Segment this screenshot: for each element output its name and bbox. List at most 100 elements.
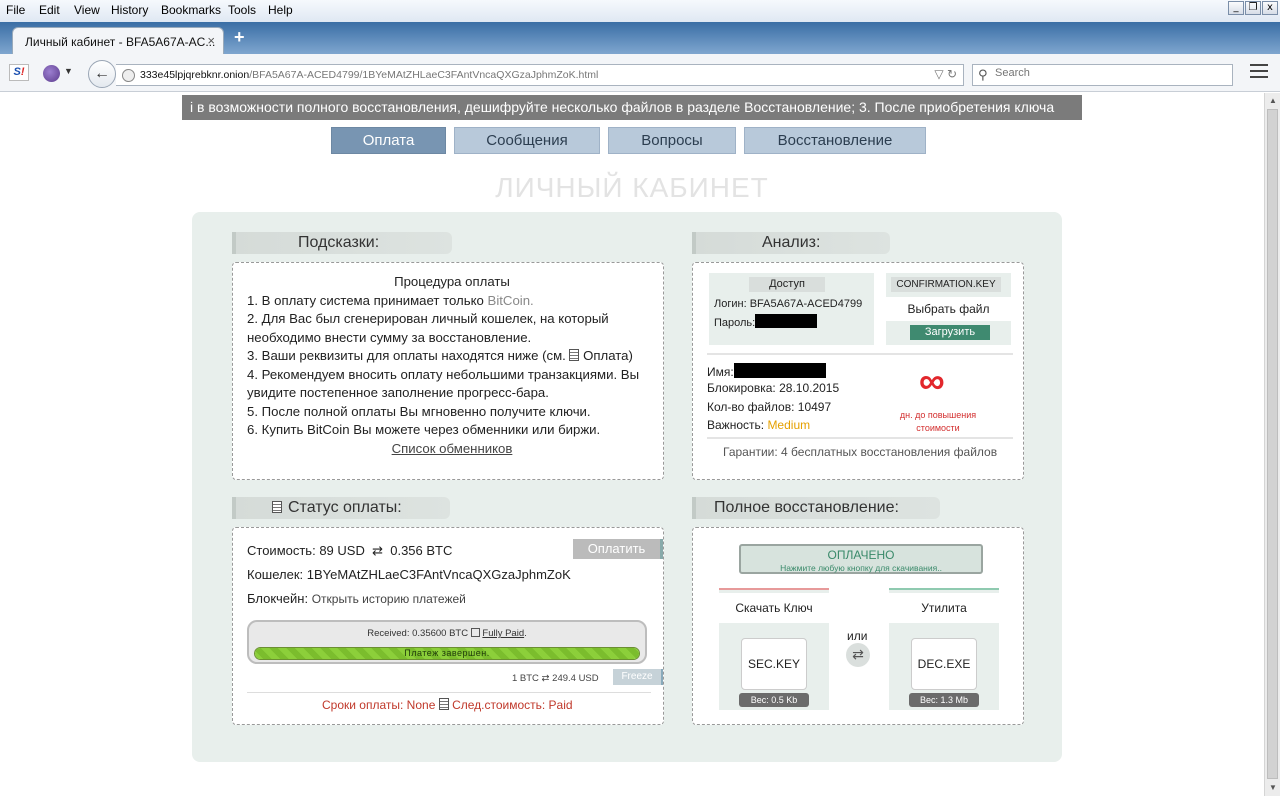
- analysis-heading: Анализ:: [692, 232, 890, 254]
- security-addon-icon[interactable]: S!: [9, 64, 29, 81]
- tab-recovery[interactable]: Восстановление: [744, 127, 926, 154]
- key-size: Вес: 0.5 Kb: [739, 693, 809, 707]
- name-redacted: [733, 363, 826, 378]
- tab-payment[interactable]: Оплата: [331, 127, 446, 154]
- search-input[interactable]: [995, 67, 1225, 79]
- minimize-button[interactable]: _: [1228, 1, 1244, 15]
- menu-bar: File Edit View History Bookmarks Tools H…: [0, 0, 1280, 22]
- back-arrow-icon: ←: [94, 65, 110, 82]
- freeze-button[interactable]: Freeze: [613, 669, 663, 685]
- wallet-address: 1BYeMAtZHLaeC3FAntVncaQXGzaJphmZoK: [306, 567, 571, 582]
- utility-title: Утилита: [889, 593, 999, 623]
- payment-terms: Сроки оплаты: None: [322, 698, 436, 712]
- download-key-card[interactable]: Скачать Ключ SEC.KEY Вес: 0.5 Kb: [719, 588, 829, 710]
- cost-label: Стоимость:: [247, 543, 316, 558]
- access-label: Доступ: [749, 277, 825, 292]
- upload-button[interactable]: Загрузить: [910, 325, 990, 340]
- cost-btc: 0.356 BTC: [390, 543, 453, 558]
- restore-button[interactable]: ❐: [1245, 1, 1261, 15]
- importance-label: Важность:: [707, 418, 765, 432]
- chevron-down-icon[interactable]: ▼: [64, 66, 73, 76]
- tor-onion-icon[interactable]: [43, 65, 60, 82]
- utility-card[interactable]: Утилита DEC.EXE Вес: 1.3 Mb: [889, 588, 999, 710]
- search-box[interactable]: ⚲: [972, 64, 1233, 86]
- tab-messages[interactable]: Сообщения: [454, 127, 600, 154]
- importance-value: Medium: [767, 418, 811, 432]
- guarantee-text: Гарантии: 4 бесплатных восстановления фа…: [723, 445, 998, 459]
- scroll-down-icon[interactable]: ▼: [1267, 782, 1279, 794]
- navigation-toolbar: S! ▼ ← 333e45lpjqrebknr.onion/BFA5A67A-A…: [0, 54, 1280, 92]
- menu-file[interactable]: File: [6, 3, 25, 17]
- password-label: Пароль:: [714, 317, 756, 329]
- vertical-scrollbar[interactable]: ▲ ▼: [1264, 93, 1280, 796]
- login-value: BFA5A67A-ACED4799: [749, 298, 863, 310]
- menu-edit[interactable]: Edit: [39, 3, 60, 17]
- swap-icon: ⇄: [846, 643, 870, 667]
- payment-box: Стоимость: 89 USD ⇄ 0.356 BTC Оплатить К…: [232, 527, 664, 725]
- sec-key-file[interactable]: SEC.KEY: [741, 638, 807, 690]
- tip-1: 1. В оплату система принимает только Bit…: [247, 292, 534, 308]
- tip-3: 3. Ваши реквизиты для оплаты находятся н…: [247, 348, 633, 363]
- url-bar[interactable]: 333e45lpjqrebknr.onion/BFA5A67A-ACED4799…: [116, 64, 964, 86]
- exchange-rate: 1 BTC ⇄ 249.4 USD: [512, 673, 599, 684]
- received-amount: Received: 0.35600 BTC Fully Paid.: [367, 628, 527, 639]
- tip-6: 6. Купить BitCoin Вы можете через обменн…: [247, 422, 601, 437]
- wallet-label: Кошелек:: [247, 567, 304, 582]
- divider: [707, 437, 1013, 439]
- menu-hamburger-icon[interactable]: [1250, 64, 1268, 80]
- paid-label: ОПЛАЧЕНО: [827, 548, 895, 562]
- document-icon: [272, 501, 282, 513]
- news-ticker: і в возможности полного восстановления, …: [182, 95, 1082, 120]
- block-date: 28.10.2015: [779, 381, 840, 395]
- pay-button[interactable]: Оплатить: [573, 539, 663, 559]
- paid-hint: Нажмите любую кнопку для скачивания..: [780, 563, 942, 573]
- back-button[interactable]: ←: [88, 60, 116, 88]
- reload-icon[interactable]: ▽ ↻: [934, 67, 957, 81]
- access-card: Доступ Логин: BFA5A67A-ACED4799 Пароль:: [709, 273, 874, 345]
- files-label: Кол-во файлов:: [707, 400, 795, 414]
- close-tab-icon[interactable]: ×: [207, 33, 215, 48]
- download-key-title: Скачать Ключ: [719, 593, 829, 623]
- scroll-up-icon[interactable]: ▲: [1267, 95, 1279, 107]
- menu-tools[interactable]: Tools: [228, 3, 256, 17]
- tab-title: Личный кабинет - BFA5A67A-AC...: [25, 35, 216, 49]
- menu-view[interactable]: View: [74, 3, 100, 17]
- progress-bar: Платеж завершен.: [254, 647, 640, 660]
- menu-bookmarks[interactable]: Bookmarks: [161, 3, 221, 17]
- main-panel: Подсказки: Процедура оплаты 1. В оплату …: [192, 212, 1062, 762]
- tip-4: 4. Рекомендуем вносить оплату небольшими…: [247, 366, 640, 401]
- key-upload-card: CONFIRMATION.KEY Выбрать файл Загрузить: [886, 273, 1011, 345]
- tab-questions[interactable]: Вопросы: [608, 127, 736, 154]
- block-label: Блокировка:: [707, 381, 776, 395]
- menu-help[interactable]: Help: [268, 3, 293, 17]
- recovery-heading: Полное восстановление:: [692, 497, 940, 519]
- analysis-box: Доступ Логин: BFA5A67A-ACED4799 Пароль: …: [692, 262, 1024, 480]
- new-tab-button[interactable]: +: [234, 27, 245, 48]
- paid-status: ОПЛАЧЕНО Нажмите любую кнопку для скачив…: [739, 544, 983, 574]
- tips-heading: Подсказки:: [232, 232, 452, 254]
- name-label: Имя:: [707, 365, 734, 379]
- tip-5: 5. После полной оплаты Вы мгновенно полу…: [247, 403, 591, 419]
- scroll-thumb[interactable]: [1267, 109, 1278, 779]
- divider: [707, 353, 1013, 355]
- tips-title: Процедура оплаты: [394, 274, 510, 289]
- menu-history[interactable]: History: [111, 3, 148, 17]
- files-count: 10497: [797, 400, 832, 414]
- browser-tab[interactable]: Личный кабинет - BFA5A67A-AC... ×: [12, 27, 224, 55]
- exchangers-link[interactable]: Список обменников: [247, 440, 657, 459]
- choose-file-button[interactable]: Выбрать файл: [886, 297, 1011, 321]
- tip-2: 2. Для Вас был сгенерирован личный кошел…: [247, 311, 609, 345]
- document-icon: [569, 349, 580, 361]
- next-cost: След.стоимость: Paid: [452, 698, 573, 712]
- dec-exe-file[interactable]: DEC.EXE: [911, 638, 977, 690]
- cost-usd: 89 USD: [319, 543, 365, 558]
- password-redacted: [755, 314, 818, 328]
- payment-history-link[interactable]: Открыть историю платежей: [312, 592, 466, 606]
- url-text: 333e45lpjqrebknr.onion/BFA5A67A-ACED4799…: [140, 69, 599, 81]
- exchange-arrows-icon: ⇄: [372, 543, 383, 558]
- infinity-icon: ∞: [919, 360, 945, 401]
- search-icon: ⚲: [978, 67, 988, 82]
- close-window-button[interactable]: x: [1262, 1, 1278, 15]
- payment-heading: Статус оплаты:: [232, 497, 450, 519]
- globe-icon: [122, 69, 135, 82]
